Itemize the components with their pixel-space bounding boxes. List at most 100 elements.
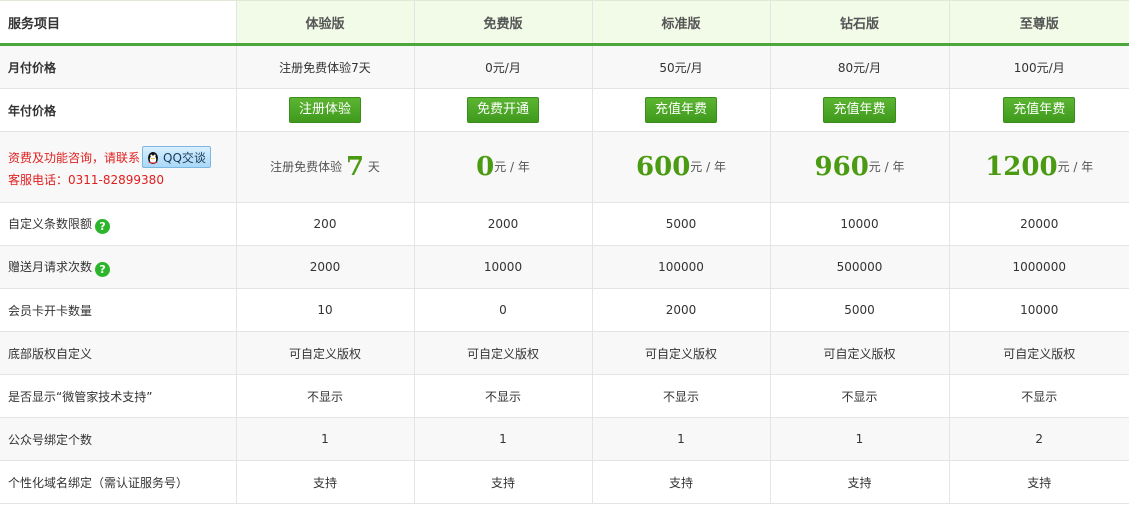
feature-value: 500000 <box>769 245 950 289</box>
yearly-price-unit: 元 / 年 <box>868 160 905 174</box>
monthly-price-cell: 80元/月 <box>769 44 950 89</box>
plan-header-supreme: 至尊版 <box>948 0 1129 46</box>
feature-value: 1 <box>235 417 415 461</box>
help-icon[interactable]: ? <box>95 261 111 277</box>
feature-value: 不显示 <box>769 374 950 418</box>
yearly-price-value: 1200 <box>985 152 1058 182</box>
feature-value: 可自定义版权 <box>769 331 950 375</box>
yearly-price-unit: 元 / 年 <box>1057 160 1094 174</box>
feature-value: 不显示 <box>948 374 1129 418</box>
help-icon[interactable]: ? <box>95 218 111 234</box>
monthly-price-label: 月付价格 <box>0 44 237 89</box>
yearly-cell: 充值年费 <box>948 88 1129 132</box>
feature-label: 个性化域名绑定（需认证服务号） <box>0 460 237 504</box>
feature-label: 底部版权自定义 <box>0 331 237 375</box>
yearly-price-unit: 元 / 年 <box>494 160 530 174</box>
contact-cell: 资费及功能咨询，请联系 QQ交谈 客服电话：0311-82899380 <box>0 131 237 203</box>
feature-value: 不显示 <box>591 374 771 418</box>
feature-value: 100000 <box>591 245 771 289</box>
qq-chat-button[interactable]: QQ交谈 <box>142 146 211 168</box>
yearly-price-value: 0 <box>476 152 495 182</box>
header-row: 服务项目 体验版 免费版 标准版 钻石版 至尊版 <box>0 0 1129 46</box>
feature-value: 支持 <box>413 460 593 504</box>
feature-value: 可自定义版权 <box>235 331 415 375</box>
trial-suffix: 天 <box>367 160 380 174</box>
feature-value: 支持 <box>769 460 950 504</box>
feature-value: 2 <box>948 417 1129 461</box>
recharge-diamond-button[interactable]: 充值年费 <box>823 97 896 123</box>
monthly-price-row: 月付价格 注册免费体验7天 0元/月 50元/月 80元/月 100元/月 <box>0 44 1129 89</box>
feature-value: 10 <box>235 288 415 332</box>
yearly-price-unit: 元 / 年 <box>690 160 726 174</box>
feature-value: 1 <box>591 417 771 461</box>
monthly-price-cell: 50元/月 <box>591 44 771 89</box>
feature-value: 200 <box>235 202 415 246</box>
pricing-table: 服务项目 体验版 免费版 标准版 钻石版 至尊版 月付价格 注册免费体验7天 0… <box>0 0 1129 504</box>
promo-price-row: 资费及功能咨询，请联系 QQ交谈 客服电话：0311-82899380 注册免费… <box>0 131 1129 203</box>
monthly-price-cell: 0元/月 <box>413 44 593 89</box>
feature-value: 支持 <box>591 460 771 504</box>
trial-days: 7 <box>345 152 365 182</box>
plan-header-standard: 标准版 <box>591 0 771 46</box>
yearly-price-value: 960 <box>814 152 869 182</box>
qq-chat-label: QQ交谈 <box>163 150 206 165</box>
feature-label: 会员卡开卡数量 <box>0 288 237 332</box>
yearly-cell: 注册体验 <box>235 88 415 132</box>
feature-value: 10000 <box>413 245 593 289</box>
yearly-cell: 免费开通 <box>413 88 593 132</box>
feature-value: 2000 <box>413 202 593 246</box>
feature-row-member-cards: 会员卡开卡数量 10 0 2000 5000 10000 <box>0 288 1129 332</box>
feature-value: 5000 <box>591 202 771 246</box>
feature-label: 赠送月请求次数 <box>8 259 93 274</box>
feature-value: 20000 <box>948 202 1129 246</box>
feature-value: 10000 <box>948 288 1129 332</box>
feature-value: 可自定义版权 <box>591 331 771 375</box>
yearly-price-cell: 600元 / 年 <box>591 131 771 203</box>
qq-penguin-icon <box>148 152 159 164</box>
plan-header-free: 免费版 <box>413 0 593 46</box>
feature-value: 1 <box>769 417 950 461</box>
feature-row-custom-entries: 自定义条数限额? 200 2000 5000 10000 20000 <box>0 202 1129 246</box>
yearly-price-row: 年付价格 注册体验 免费开通 充值年费 充值年费 充值年费 <box>0 88 1129 132</box>
feature-value: 不显示 <box>235 374 415 418</box>
service-items-header: 服务项目 <box>0 0 237 46</box>
feature-row-copyright: 底部版权自定义 可自定义版权 可自定义版权 可自定义版权 可自定义版权 可自定义… <box>0 331 1129 375</box>
yearly-price-label: 年付价格 <box>0 88 237 132</box>
trial-offer-cell: 注册免费体验 7 天 <box>235 131 415 203</box>
feature-value: 可自定义版权 <box>948 331 1129 375</box>
plan-header-diamond: 钻石版 <box>769 0 950 46</box>
feature-label-cell: 自定义条数限额? <box>0 202 237 246</box>
yearly-price-cell: 960元 / 年 <box>769 131 950 203</box>
feature-label: 自定义条数限额 <box>8 216 93 231</box>
yearly-cell: 充值年费 <box>769 88 950 132</box>
feature-value: 可自定义版权 <box>413 331 593 375</box>
register-trial-button[interactable]: 注册体验 <box>288 97 361 123</box>
feature-row-monthly-requests: 赠送月请求次数? 2000 10000 100000 500000 100000… <box>0 245 1129 289</box>
feature-value: 0 <box>413 288 593 332</box>
feature-value: 支持 <box>948 460 1129 504</box>
recharge-standard-button[interactable]: 充值年费 <box>644 97 717 123</box>
free-activate-button[interactable]: 免费开通 <box>466 97 539 123</box>
feature-row-custom-domain: 个性化域名绑定（需认证服务号） 支持 支持 支持 支持 支持 <box>0 460 1129 504</box>
feature-value: 1 <box>413 417 593 461</box>
feature-label: 是否显示“微管家技术支持” <box>0 374 237 418</box>
yearly-cell: 充值年费 <box>591 88 771 132</box>
feature-value: 10000 <box>769 202 950 246</box>
monthly-price-cell: 注册免费体验7天 <box>235 44 415 89</box>
recharge-supreme-button[interactable]: 充值年费 <box>1003 97 1076 123</box>
consult-text: 资费及功能咨询，请联系 <box>8 150 141 165</box>
plan-header-trial: 体验版 <box>235 0 415 46</box>
monthly-price-cell: 100元/月 <box>948 44 1129 89</box>
feature-label: 公众号绑定个数 <box>0 417 237 461</box>
yearly-price-cell: 0元 / 年 <box>413 131 593 203</box>
feature-value: 1000000 <box>948 245 1129 289</box>
feature-value: 支持 <box>235 460 415 504</box>
feature-row-tech-support: 是否显示“微管家技术支持” 不显示 不显示 不显示 不显示 不显示 <box>0 374 1129 418</box>
trial-prefix: 注册免费体验 <box>270 160 343 174</box>
feature-row-accounts: 公众号绑定个数 1 1 1 1 2 <box>0 417 1129 461</box>
feature-value: 5000 <box>769 288 950 332</box>
feature-label-cell: 赠送月请求次数? <box>0 245 237 289</box>
yearly-price-value: 600 <box>636 152 691 182</box>
service-phone: 客服电话：0311-82899380 <box>8 173 164 187</box>
feature-value: 2000 <box>235 245 415 289</box>
